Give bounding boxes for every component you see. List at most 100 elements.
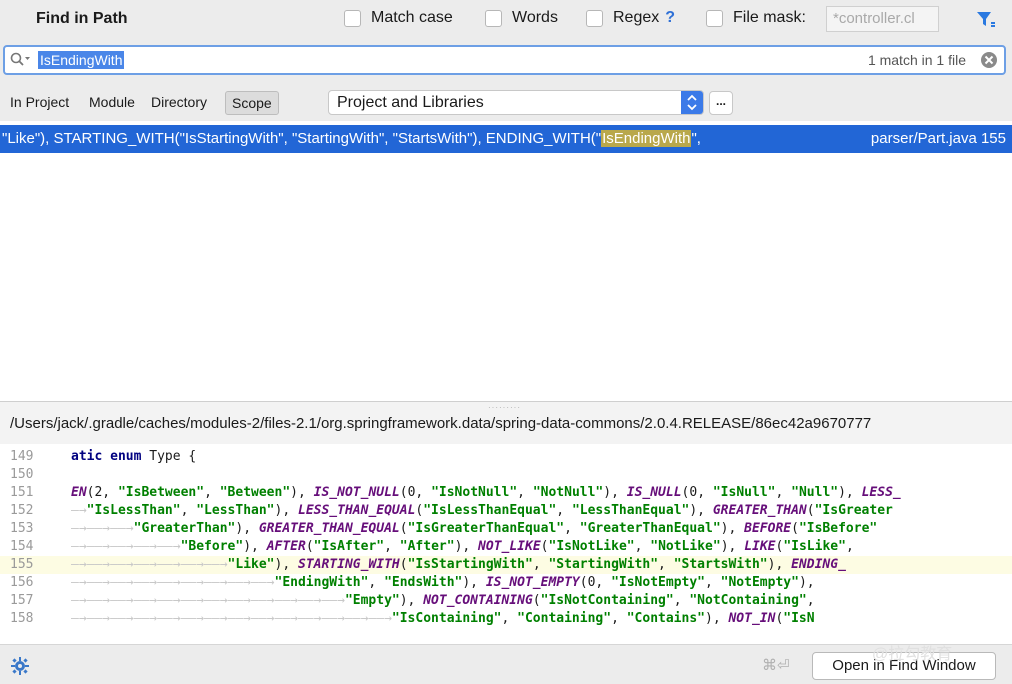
code-token: ), [767, 557, 792, 572]
code-text: —→——→——→——→——→——→——→——→——→——→——→——→——→——… [71, 611, 815, 626]
regex-help-link[interactable]: ? [665, 9, 675, 27]
line-number: 155 [10, 557, 34, 572]
code-token: LIKE [744, 539, 776, 554]
code-token: , [384, 539, 400, 554]
code-text: —→——→——→——→——→——→——→——→——→"EndingWith", … [71, 575, 815, 590]
code-token: "NotContaining" [689, 593, 807, 608]
code-token: "NotEmpty" [720, 575, 799, 590]
code-token: "IsBetween" [117, 485, 205, 500]
regex-label: Regex [613, 9, 660, 26]
code-token: GREATER_THAN_EQUAL [258, 521, 400, 536]
code-token: —→——→——→——→——→——→——→——→——→——→——→——→ [71, 593, 345, 608]
clear-search-icon[interactable] [980, 51, 998, 73]
code-token: "After" [399, 539, 455, 554]
code-token: "IsGreaterThanEqual" [407, 521, 565, 536]
code-token: "IsLessThan" [86, 503, 181, 518]
file-mask-option[interactable]: File mask: [706, 9, 806, 27]
line-number: 157 [10, 593, 34, 608]
code-token: STARTING_WITH [298, 557, 400, 572]
code-token: ENDING_ [791, 557, 846, 572]
dialog-title: Find in Path [36, 10, 128, 27]
code-token: Type { [149, 449, 197, 464]
code-token: "IsAfter" [313, 539, 385, 554]
code-token: (2, [86, 485, 118, 500]
result-text-after: ", [691, 130, 701, 147]
regex-option[interactable]: Regex ? [586, 9, 675, 27]
code-token: NOT_CONTAINING [423, 593, 533, 608]
code-line: 153 —→——→——→"GreaterThan"), GREATER_THAN_… [0, 520, 1012, 538]
search-history-icon[interactable] [9, 51, 31, 73]
result-text-before: "Like"), STARTING_WITH("IsStartingWith",… [2, 130, 602, 147]
file-mask-checkbox[interactable] [706, 9, 723, 27]
code-preview[interactable]: 149 atic enum Type {150 151 EN(2, "IsBetwee… [0, 444, 1012, 644]
code-token: , [611, 611, 627, 626]
code-token: "IsStartingWith" [407, 557, 533, 572]
code-token: ), [454, 539, 479, 554]
code-token: —→——→——→ [71, 521, 134, 536]
line-number: 153 [10, 521, 34, 536]
code-token: AFTER [266, 539, 306, 554]
words-checkbox[interactable] [485, 9, 502, 27]
code-token: ), [603, 485, 627, 500]
code-token: "LessThan" [196, 503, 275, 518]
code-token: ), [274, 557, 298, 572]
file-path: /Users/jack/.gradle/caches/modules-2/fil… [10, 415, 872, 432]
code-token: , [556, 503, 572, 518]
result-text: "Like"), STARTING_WITH("IsStartingWith",… [2, 130, 701, 147]
tab-directory[interactable]: Directory [151, 94, 207, 110]
code-token: NOT_LIKE [478, 539, 541, 554]
result-row[interactable]: "Like"), STARTING_WITH("IsStartingWith",… [0, 125, 1012, 153]
code-token: (0, [399, 485, 432, 500]
code-token: , [532, 557, 549, 572]
code-token: —→——→——→——→——→——→——→——→——→——→——→——→——→——… [71, 611, 392, 626]
code-token: "Empty" [344, 593, 400, 608]
tab-scope[interactable]: Scope [225, 91, 279, 115]
code-token: "IsNotLike" [548, 539, 635, 554]
code-token: "IsNotContaining" [540, 593, 674, 608]
code-token: (0, [579, 575, 612, 590]
line-number: 149 [10, 449, 34, 464]
tab-in-project[interactable]: In Project [10, 94, 69, 110]
code-token: "Contains" [626, 611, 705, 626]
code-token: "IsBefore" [798, 521, 878, 536]
resize-grip[interactable]: ········· [488, 403, 521, 412]
updown-chevron-icon[interactable] [681, 91, 703, 114]
search-query[interactable]: IsEndingWith [38, 51, 125, 69]
match-case-option[interactable]: Match case [344, 9, 453, 27]
find-header: Find in Path Match case Words Regex ? Fi… [0, 0, 1012, 40]
tab-module[interactable]: Module [89, 94, 135, 110]
code-text: —→"IsLessThan", "LessThan"), LESS_THAN_E… [71, 503, 893, 518]
code-token: , [634, 539, 651, 554]
code-line: 158 —→——→——→——→——→——→——→——→——→——→——→——→——… [0, 610, 1012, 628]
scope-select[interactable]: Project and Libraries [328, 90, 704, 115]
code-token: —→ [71, 503, 87, 518]
watermark: @拉勾教育 [872, 646, 953, 663]
code-token: —→——→——→——→——→ [71, 539, 181, 554]
code-token: "StartingWith" [548, 557, 659, 572]
code-token: LESS_THAN_EQUAL [298, 503, 416, 518]
file-mask-input[interactable]: *controller.cl [826, 6, 939, 32]
words-option[interactable]: Words [485, 9, 558, 27]
code-text: —→——→——→"GreaterThan"), GREATER_THAN_EQU… [71, 521, 877, 536]
code-token: ), [705, 611, 729, 626]
file-mask-label: File mask: [733, 9, 806, 26]
code-line: 152 —→"IsLessThan", "LessThan"), LESS_THA… [0, 502, 1012, 520]
more-scopes-button[interactable]: ... [709, 91, 733, 115]
code-token: BEFORE [744, 521, 792, 536]
match-case-checkbox[interactable] [344, 9, 361, 27]
code-line: 156 —→——→——→——→——→——→——→——→——→"EndingWith… [0, 574, 1012, 592]
line-number: 156 [10, 575, 34, 590]
gear-icon[interactable] [11, 657, 29, 679]
filter-icon[interactable] [976, 10, 996, 32]
results-list: "Like"), STARTING_WITH("IsStartingWith",… [0, 121, 1012, 401]
code-token: , [705, 575, 721, 590]
code-token: , [501, 611, 518, 626]
code-text: —→——→——→——→——→——→——→——→——→——→——→——→"Empt… [71, 593, 815, 608]
code-token: , [517, 485, 533, 500]
code-token: ), [838, 485, 862, 500]
regex-checkbox[interactable] [586, 9, 603, 27]
code-token: , [180, 503, 197, 518]
code-token: "IsN [783, 611, 815, 626]
search-field[interactable]: IsEndingWith 1 match in 1 file [3, 45, 1006, 75]
code-token: —→——→——→——→——→——→——→——→——→ [71, 575, 275, 590]
